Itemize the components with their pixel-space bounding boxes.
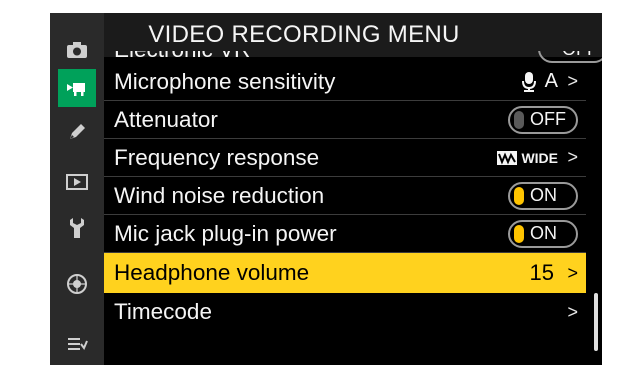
row-label: Mic jack plug-in power (114, 220, 337, 246)
row-value: ON (508, 219, 578, 248)
toggle-state: OFF (530, 109, 566, 129)
row-wind-noise-reduction[interactable]: Wind noise reduction ON (104, 177, 586, 215)
row-label: Wind noise reduction (114, 182, 325, 208)
video-camera-icon[interactable] (58, 69, 96, 107)
row-label: Headphone volume (114, 260, 310, 285)
row-label: Attenuator (114, 106, 218, 132)
mic-sensitivity-value: A (544, 70, 558, 92)
row-headphone-volume[interactable]: Headphone volume 15 > (104, 253, 586, 293)
menu-sidebar (50, 13, 104, 365)
wide-frequency-icon (497, 145, 518, 171)
row-value: OFF (508, 105, 578, 134)
chevron-right-icon: > (567, 262, 578, 283)
camera-icon[interactable] (58, 31, 96, 69)
row-timecode[interactable]: Timecode > (104, 293, 586, 331)
row-microphone-sensitivity[interactable]: Microphone sensitivity A > (104, 63, 586, 101)
camera-menu-screen: VIDEO RECORDING MENU Electronic VR OFF M… (50, 13, 602, 365)
row-value: A (521, 70, 558, 93)
row-frequency-response[interactable]: Frequency response WIDE > (104, 139, 586, 177)
wrench-icon[interactable] (58, 209, 96, 247)
my-menu-icon[interactable] (58, 325, 96, 363)
playback-icon[interactable] (58, 163, 96, 201)
chevron-right-icon: > (567, 301, 578, 322)
chevron-right-icon: > (567, 147, 578, 167)
toggle-knob (514, 224, 524, 243)
wind-noise-toggle[interactable]: ON (508, 181, 578, 210)
frequency-value: WIDE (521, 149, 558, 166)
attenuator-toggle[interactable]: OFF (508, 105, 578, 134)
toggle-state: ON (530, 185, 557, 205)
toggle-knob (514, 110, 524, 129)
scrollbar-thumb[interactable] (594, 293, 598, 351)
menu-list: Microphone sensitivity A > Attenuator OF… (104, 57, 602, 365)
pencil-icon[interactable] (58, 113, 96, 151)
row-label: Microphone sensitivity (114, 68, 336, 94)
chevron-right-icon: > (567, 71, 578, 91)
toggle-knob (514, 186, 524, 205)
row-label: Frequency response (114, 144, 320, 170)
microphone-icon (521, 71, 537, 93)
row-value: ON (508, 181, 578, 210)
mic-jack-power-toggle[interactable]: ON (508, 219, 578, 248)
network-icon[interactable] (58, 265, 96, 303)
headphone-volume-value: 15 (529, 260, 554, 285)
row-attenuator[interactable]: Attenuator OFF (104, 101, 586, 139)
scrollbar[interactable] (594, 57, 598, 357)
toggle-state: ON (530, 223, 557, 243)
row-value: WIDE (497, 145, 558, 171)
row-label: Timecode (114, 299, 212, 324)
row-mic-jack-power[interactable]: Mic jack plug-in power ON (104, 215, 586, 253)
